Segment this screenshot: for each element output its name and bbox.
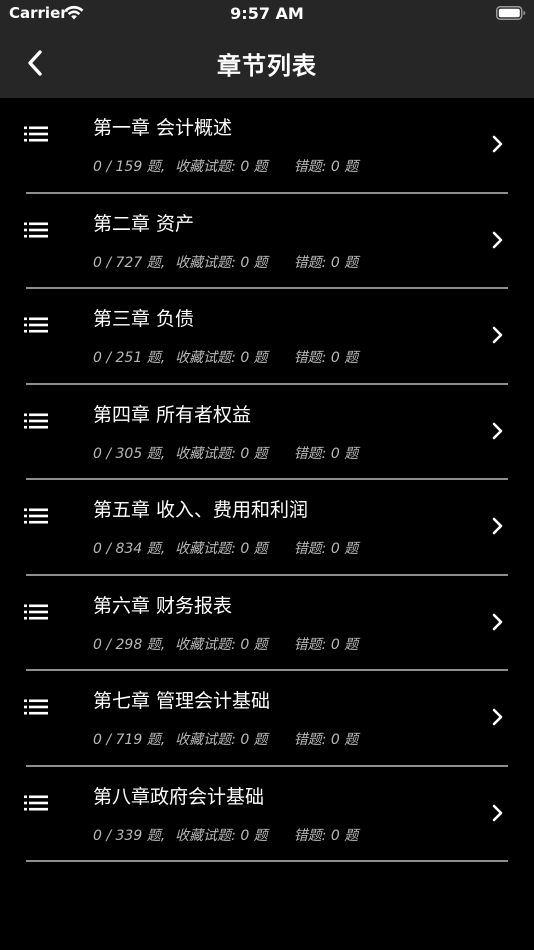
favorites-count: 收藏试题: 0 题 <box>175 254 268 271</box>
list-icon <box>24 317 48 333</box>
favorites-count: 收藏试题: 0 题 <box>175 159 268 175</box>
chevron-right-icon <box>490 516 504 536</box>
favorites-count: 收藏试题: 0 题 <box>175 827 268 844</box>
list-icon <box>24 795 48 811</box>
favorites-count: 收藏试题: 0 题 <box>175 541 268 557</box>
chevron-right-icon <box>490 707 504 727</box>
errors-count: 错题: 0 题 <box>293 350 359 366</box>
errors-count: 错题: 0 题 <box>293 541 359 557</box>
errors-count: 错题: 0 题 <box>293 827 359 844</box>
question-progress: 0 / 719 题, <box>93 732 166 748</box>
chapter-list: 第一章 会计概述 0 / 159 题, 收藏试题: 0 题错题: 0 题 第二章 … <box>0 98 534 862</box>
chapter-stats: 0 / 305 题, 收藏试题: 0 题 错题: 0 题 <box>93 443 358 463</box>
chapter-row[interactable]: 第四章 所有者权益 0 / 305 题, 收藏试题: 0 题 错题: 0 题 <box>0 385 534 480</box>
question-progress: 0 / 305 题, <box>93 445 166 462</box>
chevron-right-icon <box>490 803 504 823</box>
list-icon <box>24 699 48 715</box>
errors-count: 错题: 0 题 <box>293 636 359 653</box>
chapter-row[interactable]: 第三章 负债 0 / 251 题, 收藏试题: 0 题 错题: 0 题 <box>0 289 534 385</box>
chapter-row[interactable]: 第七章 管理会计基础 0 / 719 题, 收藏试题: 0 题 错题: 0 题 <box>0 671 534 767</box>
chevron-right-icon <box>490 421 504 441</box>
chapter-row[interactable]: 第六章 财务报表 0 / 298 题, 收藏试题: 0 题 错题: 0 题 <box>0 576 534 671</box>
favorites-count: 收藏试题: 0 题 <box>175 732 268 748</box>
errors-count: 错题: 0 题 <box>293 445 359 462</box>
chapter-stats: 0 / 298 题, 收藏试题: 0 题 错题: 0 题 <box>93 634 358 654</box>
question-progress: 0 / 298 题, <box>93 636 166 653</box>
row-divider <box>26 860 508 862</box>
chapter-title: 第七章 管理会计基础 <box>93 690 271 712</box>
chevron-right-icon <box>490 612 504 632</box>
chevron-right-icon <box>490 134 504 154</box>
list-icon <box>24 222 48 238</box>
errors-count: 错题: 0 题 <box>293 159 359 175</box>
errors-count: 错题: 0 题 <box>293 732 359 748</box>
chapter-stats: 0 / 159 题, 收藏试题: 0 题 错题: 0 题 <box>93 156 358 176</box>
list-icon <box>24 413 48 429</box>
question-progress: 0 / 159 题, <box>93 159 166 175</box>
chapter-row[interactable]: 第五章 收入、费用和利润 0 / 834 题, 收藏试题: 0 题 错题: 0 题 <box>0 480 534 576</box>
question-progress: 0 / 834 题, <box>93 541 166 557</box>
favorites-count: 收藏试题: 0 题 <box>175 636 268 653</box>
chapter-stats: 0 / 339 题, 收藏试题: 0 题 错题: 0 题 <box>93 825 358 845</box>
chapter-stats: 0 / 834 题, 收藏试题: 0 题 错题: 0 题 <box>93 538 358 558</box>
errors-count: 错题: 0 题 <box>293 254 359 271</box>
chapter-title: 第三章 负债 <box>93 308 195 330</box>
chapter-row[interactable]: 第二章 资产 0 / 727 题, 收藏试题: 0 题 错题: 0 题 <box>0 194 534 289</box>
favorites-count: 收藏试题: 0 题 <box>175 445 268 462</box>
chapter-row[interactable]: 第八章政府会计基础 0 / 339 题, 收藏试题: 0 题 错题: 0 题 <box>0 767 534 862</box>
chapter-title: 第四章 所有者权益 <box>93 403 252 426</box>
question-progress: 0 / 339 题, <box>93 827 166 844</box>
navigation-bar: 章节列表 <box>0 28 534 98</box>
status-bar: Carrier 9:57 AM <box>0 0 534 28</box>
list-icon <box>24 508 48 524</box>
chapter-stats: 0 / 719 题, 收藏试题: 0 题 错题: 0 题 <box>93 729 358 749</box>
chapter-stats: 0 / 727 题, 收藏试题: 0 题 错题: 0 题 <box>93 252 358 272</box>
question-progress: 0 / 251 题, <box>93 350 166 366</box>
chapter-title: 第八章政府会计基础 <box>93 785 265 808</box>
list-icon <box>24 126 48 142</box>
favorites-count: 收藏试题: 0 题 <box>175 350 268 366</box>
status-time: 9:57 AM <box>230 4 304 23</box>
page-title: 章节列表 <box>217 52 317 80</box>
chapter-title: 第一章 会计概述 <box>93 117 233 139</box>
question-progress: 0 / 727 题, <box>93 254 166 271</box>
chapter-title: 第二章 资产 <box>93 212 195 235</box>
battery-icon <box>496 5 526 25</box>
chapter-stats: 0 / 251 题, 收藏试题: 0 题 错题: 0 题 <box>93 347 358 367</box>
chevron-right-icon <box>490 325 504 345</box>
chapter-row[interactable]: 第一章 会计概述 0 / 159 题, 收藏试题: 0 题 错题: 0 题 <box>0 98 534 194</box>
chevron-right-icon <box>490 230 504 250</box>
chapter-title: 第六章 财务报表 <box>93 594 233 617</box>
list-icon <box>24 604 48 620</box>
chapter-title: 第五章 收入、费用和利润 <box>93 499 309 521</box>
